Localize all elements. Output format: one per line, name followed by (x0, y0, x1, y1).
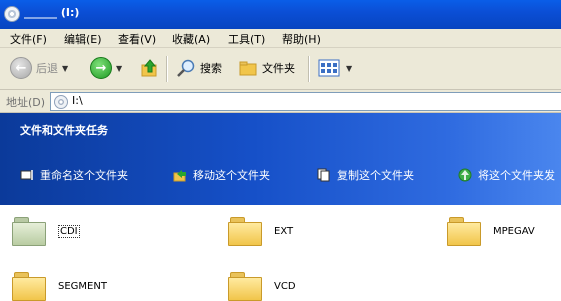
task-label: 移动这个文件夹 (193, 169, 270, 182)
menu-bar: 文件(F) 编辑(E) 查看(V) 收藏(A) 工具(T) 帮助(H) (0, 29, 561, 48)
search-label: 搜索 (200, 62, 222, 75)
toolbar-separator (308, 56, 310, 82)
folders-label: 文件夹 (262, 62, 295, 75)
folder-icon (447, 217, 481, 246)
back-arrow-icon: ← (10, 57, 32, 79)
folder-item-cdi[interactable]: CDI (12, 217, 80, 246)
chevron-down-icon: ▼ (62, 63, 69, 73)
task-label: 将这个文件夹发 (478, 169, 555, 182)
menu-tools[interactable]: 工具(T) (228, 31, 265, 47)
window-title: ______ (I:) (24, 6, 80, 19)
back-label: 后退 (36, 62, 58, 75)
title-bar: ______ (I:) (0, 0, 561, 29)
forward-arrow-icon: → (90, 57, 112, 79)
move-icon (173, 170, 186, 182)
toolbar-separator (166, 56, 168, 82)
task-panel-title: 文件和文件夹任务 (20, 124, 108, 137)
task-move-folder[interactable]: 移动这个文件夹 (173, 167, 270, 183)
address-value: I:\ (72, 94, 83, 107)
task-label: 重命名这个文件夹 (40, 169, 128, 182)
folder-icon (228, 272, 262, 301)
globe-icon (458, 168, 472, 182)
cd-drive-icon (4, 6, 20, 22)
search-button[interactable]: 搜索 (176, 57, 222, 79)
folder-icon (12, 217, 46, 246)
rename-icon (20, 170, 33, 180)
folder-item-vcd[interactable]: VCD (228, 272, 296, 301)
task-publish-folder[interactable]: 将这个文件夹发 (458, 167, 555, 183)
task-rename-folder[interactable]: 重命名这个文件夹 (20, 167, 128, 183)
folder-name: VCD (274, 280, 296, 292)
folder-icon (12, 272, 46, 301)
up-folder-icon (141, 59, 157, 77)
folder-name: CDI (58, 224, 80, 238)
menu-edit[interactable]: 编辑(E) (64, 31, 102, 47)
menu-help[interactable]: 帮助(H) (282, 31, 321, 47)
folder-view: CDI EXT MPEGAV SEGMENT VCD (0, 205, 561, 301)
task-copy-folder[interactable]: 复制这个文件夹 (317, 167, 414, 183)
folders-icon (239, 61, 257, 76)
folder-item-segment[interactable]: SEGMENT (12, 272, 107, 301)
task-label: 复制这个文件夹 (337, 169, 414, 182)
forward-button[interactable]: → ▼ (90, 57, 122, 79)
folder-item-mpegav[interactable]: MPEGAV (447, 217, 535, 246)
address-bar: 地址(D) I:\ (0, 90, 561, 113)
chevron-down-icon: ▼ (346, 63, 353, 73)
folder-name: MPEGAV (493, 225, 535, 237)
chevron-down-icon: ▼ (116, 63, 123, 73)
up-folder-button[interactable] (140, 57, 160, 79)
address-label: 地址(D) (6, 96, 46, 109)
menu-favorites[interactable]: 收藏(A) (172, 31, 210, 47)
folder-name: SEGMENT (58, 280, 107, 292)
folder-item-ext[interactable]: EXT (228, 217, 294, 246)
cd-drive-icon (54, 95, 68, 109)
back-button[interactable]: ← 后退 ▼ (10, 57, 68, 79)
folder-icon (228, 217, 262, 246)
search-icon (177, 59, 195, 77)
menu-file[interactable]: 文件(F) (10, 31, 47, 47)
toolbar: ← 后退 ▼ → ▼ 搜索 文件夹 ▼ (0, 48, 561, 90)
menu-view[interactable]: 查看(V) (118, 31, 156, 47)
address-input[interactable]: I:\ (50, 92, 561, 111)
folder-name: EXT (274, 225, 294, 237)
task-panel: 文件和文件夹任务 重命名这个文件夹 移动这个文件夹 复制这个文件夹 将这个文件夹… (0, 113, 561, 205)
copy-icon (317, 168, 330, 182)
folders-button[interactable]: 文件夹 (238, 57, 295, 79)
views-button[interactable]: ▼ (318, 57, 352, 79)
views-icon (318, 59, 340, 77)
